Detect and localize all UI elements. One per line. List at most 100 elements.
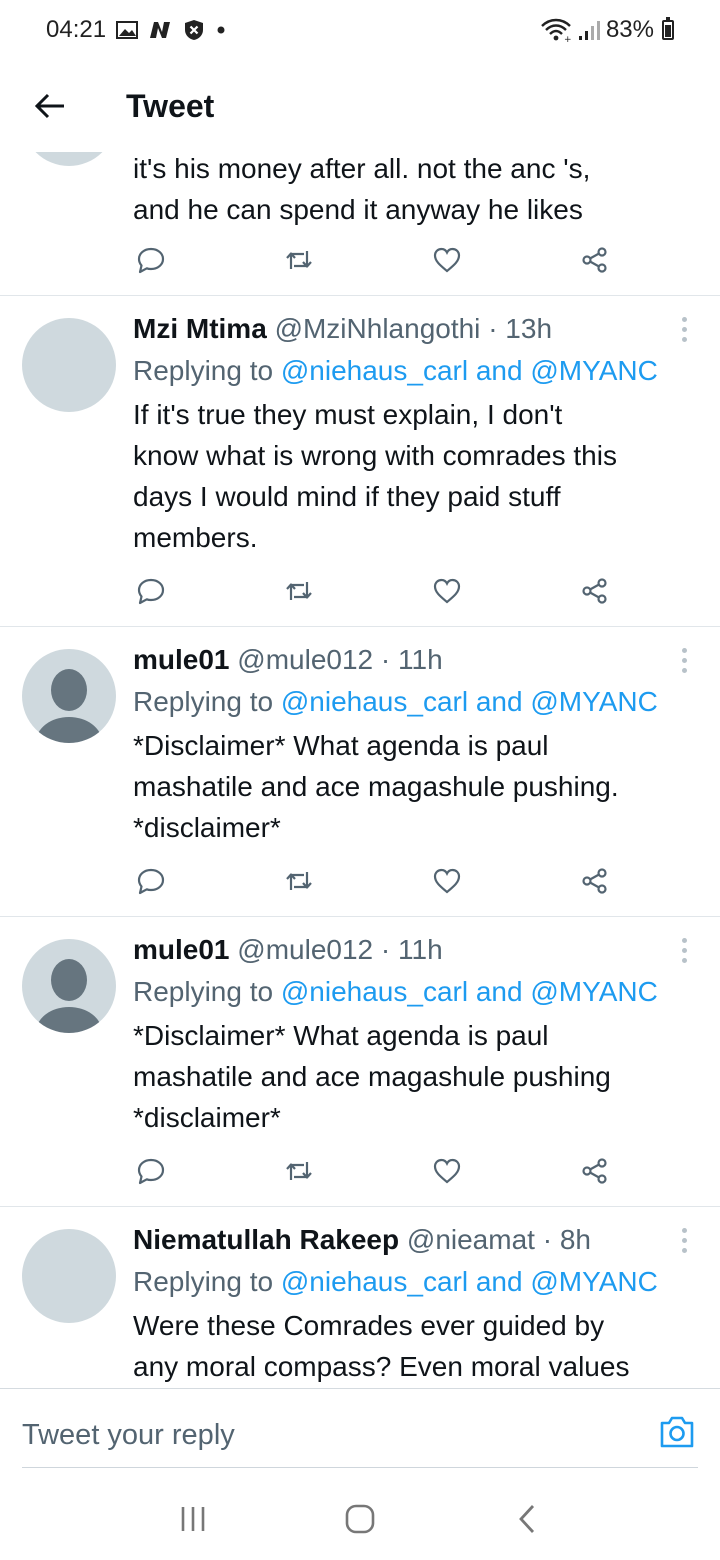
- like-button[interactable]: [429, 242, 465, 278]
- like-button[interactable]: [429, 1153, 465, 1189]
- reply-button[interactable]: [133, 1153, 169, 1189]
- retweet-icon: [286, 872, 312, 890]
- system-back-button[interactable]: [497, 1489, 557, 1549]
- author-handle[interactable]: @MziNhlangothi: [275, 313, 481, 344]
- more-options-button[interactable]: [674, 642, 694, 678]
- reply-button[interactable]: [133, 863, 169, 899]
- camera-icon: [660, 1416, 694, 1448]
- more-options-button[interactable]: [674, 1222, 694, 1258]
- replying-to: Replying to @niehaus_carl and @MYANC: [133, 684, 700, 720]
- home-button[interactable]: [330, 1489, 390, 1549]
- reply-input[interactable]: [22, 1413, 582, 1457]
- tweet-meta: Niematullah Rakeep @nieamat · 8h: [133, 1222, 660, 1258]
- back-button[interactable]: [0, 60, 100, 152]
- share-icon: [582, 578, 607, 604]
- home-icon: [345, 1504, 375, 1534]
- mention-link[interactable]: @MYANC: [530, 976, 657, 1007]
- svg-text:+: +: [564, 35, 572, 42]
- mention-link[interactable]: @niehaus_carl: [281, 686, 468, 717]
- replying-to-label: Replying to: [133, 1266, 274, 1297]
- reply-button[interactable]: [133, 573, 169, 609]
- retweet-button[interactable]: [281, 863, 317, 899]
- n-app-icon: [148, 20, 174, 40]
- separator-dot: ·: [488, 313, 498, 344]
- retweet-button[interactable]: [281, 1153, 317, 1189]
- share-button[interactable]: [577, 1153, 613, 1189]
- share-button[interactable]: [577, 863, 613, 899]
- replying-to: Replying to @niehaus_carl and @MYANC: [133, 974, 700, 1010]
- battery-percent: 83%: [605, 16, 654, 43]
- tweet-actions: [133, 1151, 613, 1191]
- tweet-partial[interactable]: it's his money after all. not the anc 's…: [0, 152, 720, 296]
- tweet-actions: [133, 571, 613, 611]
- share-button[interactable]: [577, 242, 613, 278]
- avatar[interactable]: [22, 318, 116, 412]
- separator-dot: ·: [380, 644, 391, 675]
- status-time: 04:21: [46, 16, 107, 43]
- avatar[interactable]: [22, 1229, 116, 1323]
- share-icon: [582, 1158, 607, 1184]
- author-handle[interactable]: @nieamat: [407, 1224, 535, 1255]
- reply-button[interactable]: [133, 242, 169, 278]
- author-name[interactable]: mule01: [133, 644, 230, 675]
- back-icon: [518, 1505, 534, 1533]
- recent-apps-icon: [182, 1507, 205, 1531]
- author-handle[interactable]: @mule012: [237, 934, 373, 965]
- reply-composer: [0, 1388, 720, 1478]
- camera-button[interactable]: [658, 1413, 696, 1451]
- system-nav-bar: [0, 1478, 720, 1560]
- tweet-meta: mule01 @mule012 · 11h: [133, 932, 660, 968]
- default-avatar-body: [36, 1007, 102, 1033]
- retweet-button[interactable]: [281, 573, 317, 609]
- tweet-text: If it's true they must explain, I don't …: [133, 399, 617, 553]
- recent-apps-button[interactable]: [163, 1489, 223, 1549]
- avatar[interactable]: [22, 152, 116, 166]
- avatar[interactable]: [22, 939, 116, 1033]
- tweet-meta: Mzi Mtima @MziNhlangothi · 13h: [133, 311, 660, 347]
- share-icon: [582, 868, 607, 894]
- tweet-item[interactable]: mule01 @mule012 · 11h Replying to @nieha…: [0, 917, 720, 1207]
- reply-icon: [137, 578, 165, 605]
- avatar[interactable]: [22, 649, 116, 743]
- reply-timeline[interactable]: it's his money after all. not the anc 's…: [0, 152, 720, 1388]
- wifi-icon: +: [540, 18, 572, 42]
- share-icon: [582, 247, 607, 273]
- more-options-button[interactable]: [674, 932, 694, 968]
- and-text: and: [475, 355, 523, 386]
- default-avatar-head: [51, 959, 87, 1001]
- status-bar-right: + 83%: [540, 16, 674, 44]
- like-button[interactable]: [429, 863, 465, 899]
- like-button[interactable]: [429, 573, 465, 609]
- signal-icon: [578, 19, 600, 41]
- heart-icon: [433, 578, 461, 604]
- mention-link[interactable]: @niehaus_carl: [281, 976, 468, 1007]
- mention-link[interactable]: @MYANC: [530, 355, 657, 386]
- tweet-time[interactable]: 8h: [560, 1224, 591, 1255]
- tweet-meta: mule01 @mule012 · 11h: [133, 642, 660, 678]
- app-header: Tweet: [0, 60, 720, 152]
- tweet-time[interactable]: 13h: [505, 313, 552, 344]
- retweet-icon: [286, 251, 312, 269]
- tweet-item[interactable]: Mzi Mtima @MziNhlangothi · 13h Replying …: [0, 296, 720, 627]
- more-options-button[interactable]: [674, 311, 694, 347]
- mention-link[interactable]: @MYANC: [530, 1266, 657, 1297]
- retweet-button[interactable]: [281, 242, 317, 278]
- mention-link[interactable]: @niehaus_carl: [281, 355, 468, 386]
- author-name[interactable]: Niematullah Rakeep: [133, 1224, 399, 1255]
- author-name[interactable]: Mzi Mtima: [133, 313, 267, 344]
- tweet-item[interactable]: mule01 @mule012 · 11h Replying to @nieha…: [0, 627, 720, 917]
- author-handle[interactable]: @mule012: [237, 644, 373, 675]
- author-name[interactable]: mule01: [133, 934, 230, 965]
- mention-link[interactable]: @niehaus_carl: [281, 1266, 468, 1297]
- shield-icon: [184, 19, 204, 41]
- dot-icon: [214, 23, 228, 37]
- heart-icon: [433, 868, 461, 894]
- reply-icon: [137, 868, 165, 895]
- mention-link[interactable]: @MYANC: [530, 686, 657, 717]
- tweet-item[interactable]: Niematullah Rakeep @nieamat · 8h Replyin…: [0, 1207, 720, 1388]
- share-button[interactable]: [577, 573, 613, 609]
- tweet-text: *Disclaimer* What agenda is paul mashati…: [133, 1020, 611, 1133]
- tweet-actions: [133, 861, 613, 901]
- tweet-time[interactable]: 11h: [398, 644, 443, 675]
- tweet-time[interactable]: 11h: [398, 934, 443, 965]
